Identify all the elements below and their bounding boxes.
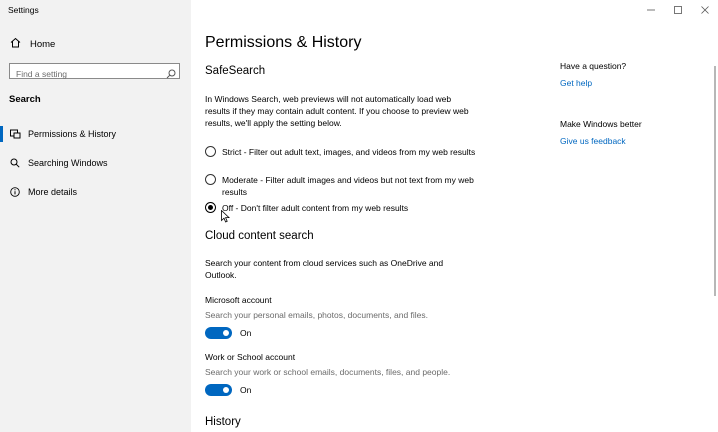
close-icon[interactable] — [691, 0, 718, 20]
mouse-cursor-icon — [221, 209, 231, 228]
safesearch-option-off[interactable]: Off - Don't filter adult content from my… — [205, 202, 482, 214]
toggle-state-label: On — [240, 385, 252, 395]
microsoft-account-toggle-row: On — [205, 327, 251, 339]
make-windows-better-heading: Make Windows better — [560, 119, 642, 129]
sidebar-item-label: Searching Windows — [28, 158, 108, 168]
toggle-state-label: On — [240, 328, 252, 338]
search-icon[interactable] — [166, 66, 176, 84]
give-feedback-link[interactable]: Give us feedback — [560, 136, 626, 146]
cloud-search-description: Search your content from cloud services … — [205, 258, 444, 280]
find-setting-box[interactable] — [9, 63, 180, 81]
page-title: Permissions & History — [205, 34, 362, 51]
microsoft-account-toggle[interactable] — [205, 327, 232, 339]
safesearch-option-moderate[interactable]: Moderate - Filter adult images and video… — [205, 174, 482, 198]
permissions-icon — [9, 129, 21, 139]
window-controls — [637, 0, 718, 20]
cloud-search-heading: Cloud content search — [205, 230, 314, 242]
microsoft-account-label: Microsoft account — [205, 295, 272, 305]
work-account-description: Search your work or school emails, docum… — [205, 367, 451, 377]
radio-button-selected[interactable] — [205, 202, 216, 213]
sidebar: Settings Home Search Permissions & Histo… — [0, 0, 191, 432]
sidebar-item-searching-windows[interactable]: Searching Windows — [0, 154, 191, 172]
sidebar-item-label: Permissions & History — [28, 129, 117, 139]
info-icon — [9, 187, 21, 197]
radio-label: Off - Don't filter adult content from my… — [222, 203, 409, 213]
safesearch-option-strict[interactable]: Strict - Filter out adult text, images, … — [205, 146, 482, 158]
microsoft-account-description: Search your personal emails, photos, doc… — [205, 310, 429, 320]
radio-label: Moderate - Filter adult images and video… — [222, 175, 474, 197]
get-help-link[interactable]: Get help — [560, 78, 592, 88]
radio-label: Strict - Filter out adult text, images, … — [222, 147, 476, 157]
work-account-toggle[interactable] — [205, 384, 232, 396]
work-account-label: Work or School account — [205, 352, 296, 362]
home-icon — [10, 37, 21, 51]
work-account-toggle-row: On — [205, 384, 251, 396]
safesearch-heading: SafeSearch — [205, 65, 266, 77]
sidebar-item-label: More details — [28, 187, 78, 197]
sidebar-section-title: Search — [9, 94, 41, 105]
radio-button[interactable] — [205, 174, 216, 185]
radio-button[interactable] — [205, 146, 216, 157]
history-heading: History — [205, 416, 241, 428]
search-icon — [9, 158, 21, 168]
sidebar-item-more-details[interactable]: More details — [0, 183, 191, 201]
window-title: Settings — [8, 5, 39, 15]
maximize-icon[interactable] — [664, 0, 691, 20]
scrollbar-thumb[interactable] — [714, 66, 716, 296]
selected-indicator — [0, 126, 3, 142]
home-nav-item[interactable]: Home — [10, 37, 55, 51]
sidebar-item-permissions-history[interactable]: Permissions & History — [0, 125, 191, 143]
question-heading: Have a question? — [560, 61, 627, 71]
safesearch-description: In Windows Search, web previews will not… — [205, 94, 469, 128]
minimize-icon[interactable] — [637, 0, 664, 20]
home-label: Home — [30, 38, 56, 50]
find-setting-input[interactable] — [10, 67, 166, 81]
